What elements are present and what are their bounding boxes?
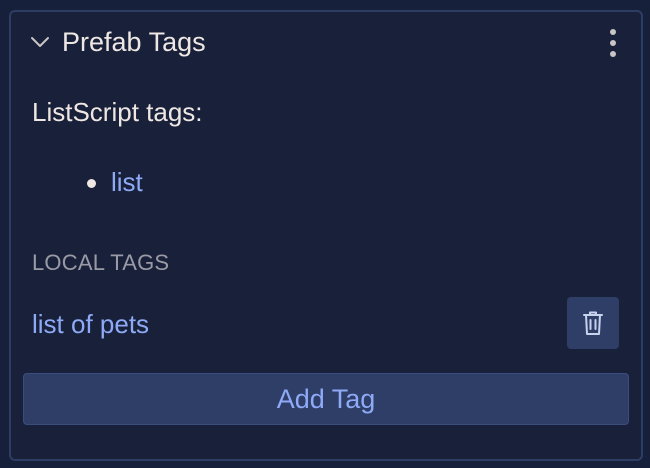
delete-tag-button[interactable] [567,297,619,349]
panel-title: Prefab Tags [62,27,206,57]
inherited-tags-label: ListScript tags: [32,97,203,127]
panel-header[interactable]: Prefab Tags [11,12,641,72]
trash-icon [583,311,603,335]
prefab-tags-panel: Prefab Tags ListScript tags: list LOCAL … [9,10,643,461]
inherited-tag-item[interactable]: list [87,167,143,197]
inherited-tag-list: list [87,167,143,197]
chevron-down-icon[interactable] [30,34,50,50]
local-tags-heading: LOCAL TAGS [32,250,170,275]
add-tag-button[interactable]: Add Tag [23,373,629,425]
inherited-tag-name[interactable]: list [111,167,143,197]
more-vertical-icon[interactable] [605,28,621,58]
bullet-icon [87,179,96,188]
local-tag-name[interactable]: list of pets [32,309,149,339]
